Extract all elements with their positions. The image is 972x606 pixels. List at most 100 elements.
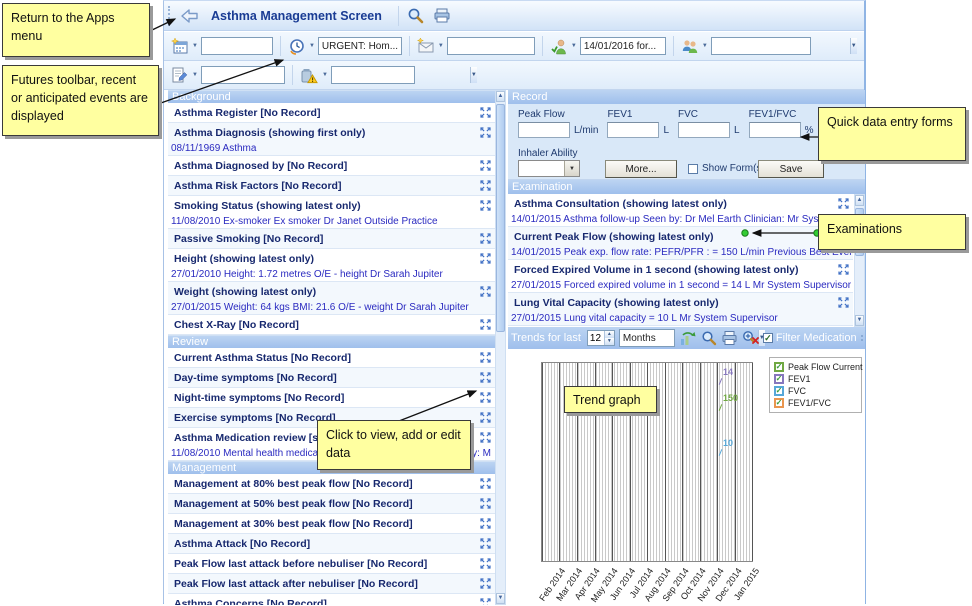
expand-icon[interactable] [479,318,492,331]
expand-icon[interactable] [479,537,492,550]
tasks-dropdown-arrow[interactable]: ▼ [309,43,315,49]
record-item-title-row[interactable]: Lung Vital Capacity (showing latest only… [508,293,853,312]
record-item-title-row[interactable]: Height (showing latest only) [168,249,495,268]
record-item-title-row[interactable]: Forced Expired Volume in 1 second (showi… [508,260,853,279]
scroll-down-arrow[interactable]: ▼ [855,315,864,326]
expand-icon[interactable] [479,477,492,490]
expand-icon[interactable] [479,285,492,298]
search-button[interactable] [403,4,429,28]
legend-checkbox[interactable]: ✓ [774,398,784,408]
expand-icon[interactable] [479,179,492,192]
trends-count-input[interactable] [588,333,604,344]
expand-icon[interactable] [479,199,492,212]
inhaler-dropdown-arrow[interactable]: ▼ [564,161,579,176]
expand-icon[interactable] [479,517,492,530]
calendar-button[interactable] [171,38,189,55]
print-chart-button[interactable] [721,329,738,347]
record-item-title-row[interactable]: Management at 50% best peak flow [No Rec… [168,494,495,513]
field-input[interactable] [607,122,659,138]
spinner-down-arrow[interactable]: ▼ [605,338,614,345]
expand-icon[interactable] [479,252,492,265]
trends-unit-select[interactable]: ▼ [619,329,675,347]
zoom-reset-button[interactable] [742,329,759,347]
spinner-steppers[interactable]: ▲▼ [604,331,614,345]
patients-button[interactable] [681,38,699,55]
scroll-up-arrow[interactable]: ▲ [855,195,864,206]
calendar-dropdown-arrow[interactable]: ▼ [192,43,198,49]
patient-button[interactable] [550,38,568,55]
expand-icon[interactable] [479,577,492,590]
expand-icon[interactable] [479,497,492,510]
tasks-button[interactable] [288,38,306,55]
expand-icon[interactable] [479,351,492,364]
record-item-title-row[interactable]: Asthma Concerns [No Record] [168,594,495,605]
record-item-title-row[interactable]: Asthma Risk Factors [No Record] [168,176,495,195]
record-item-title-row[interactable]: Asthma Diagnosis (showing first only) [168,123,495,142]
left-scrollbar[interactable]: ▲ ▼ [495,90,506,605]
record-entry-text: 11/08/2010 Ex-smoker Ex smoker Dr Janet … [171,216,438,227]
scroll-up-arrow[interactable]: ▲ [496,91,505,102]
field-input[interactable] [678,122,730,138]
medication-combo-input[interactable] [332,68,470,82]
record-item-title-row[interactable]: Asthma Diagnosed by [No Record] [168,156,495,175]
field-input[interactable] [518,122,570,138]
patients-dropdown-arrow[interactable]: ▼ [702,43,708,49]
expand-icon[interactable] [479,159,492,172]
record-item-title-row[interactable]: Passive Smoking [No Record] [168,229,495,248]
expand-icon[interactable] [479,106,492,119]
record-item-title-row[interactable]: Current Asthma Status [No Record] [168,348,495,367]
document-dropdown-arrow[interactable]: ▼ [192,72,198,78]
expand-icon[interactable] [479,126,492,139]
record-item-title-row[interactable]: Night-time symptoms [No Record] [168,388,495,407]
inhaler-ability-select[interactable]: ▼ [518,160,580,177]
legend-checkbox[interactable]: ✓ [774,362,784,372]
print-button[interactable] [429,4,455,28]
expand-icon[interactable] [479,597,492,605]
patient-dropdown-arrow[interactable]: ▼ [571,43,577,49]
expand-icon[interactable] [479,557,492,570]
legend-checkbox[interactable]: ✓ [774,386,784,396]
record-item-title-row[interactable]: Peak Flow last attack after nebuliser [N… [168,574,495,593]
expand-icon[interactable] [479,371,492,384]
expand-icon[interactable] [479,411,492,424]
record-item-title-row[interactable]: Weight (showing latest only) [168,282,495,301]
medication-combo-arrow[interactable]: ▼ [470,67,477,83]
record-item-title-row[interactable]: Day-time symptoms [No Record] [168,368,495,387]
record-item-title-row[interactable]: Smoking Status (showing latest only) [168,196,495,215]
show-forms-checkbox[interactable] [688,164,698,174]
record-item-title-row[interactable]: Asthma Register [No Record] [168,103,495,122]
spinner-up-arrow[interactable]: ▲ [605,331,614,338]
toolbar-grip[interactable] [168,6,172,26]
more-button[interactable]: More... [605,160,677,178]
record-item-title-row[interactable]: Management at 80% best peak flow [No Rec… [168,474,495,493]
patients-combo-input[interactable] [712,39,850,53]
record-item-title-row[interactable]: Current Peak Flow (showing latest only) [508,227,853,246]
expand-icon[interactable] [837,296,850,309]
document-button[interactable] [171,67,189,84]
expand-icon[interactable] [479,391,492,404]
expand-icon[interactable] [479,431,492,444]
medication-button[interactable] [300,67,319,84]
record-item-title-row[interactable]: Asthma Consultation (showing latest only… [508,194,853,213]
field-input[interactable] [749,122,801,138]
mail-dropdown-arrow[interactable]: ▼ [438,43,444,49]
medication-dropdown-arrow[interactable]: ▼ [322,72,328,78]
record-item-title-row[interactable]: Peak Flow last attack before nebuliser [… [168,554,495,573]
zoom-button[interactable] [701,329,717,347]
record-item-title-row[interactable]: Asthma Attack [No Record] [168,534,495,553]
patients-combo-arrow[interactable]: ▼ [850,38,857,54]
refresh-chart-button[interactable] [679,329,697,347]
expand-icon[interactable] [837,197,850,210]
expand-icon[interactable] [837,263,850,276]
filter-medication-checkbox[interactable]: ✓ [763,333,773,343]
mail-button[interactable] [417,38,435,54]
panel-gripper[interactable] [861,335,863,341]
save-button[interactable]: Save [758,160,824,178]
record-item-title-row[interactable]: Chest X-Ray [No Record] [168,315,495,334]
scroll-down-arrow[interactable]: ▼ [496,593,505,604]
legend-checkbox[interactable]: ✓ [774,374,784,384]
expand-icon[interactable] [479,232,492,245]
record-item-title-row[interactable]: Management at 30% best peak flow [No Rec… [168,514,495,533]
scrollbar-thumb[interactable] [496,104,505,332]
back-button[interactable] [177,4,203,28]
